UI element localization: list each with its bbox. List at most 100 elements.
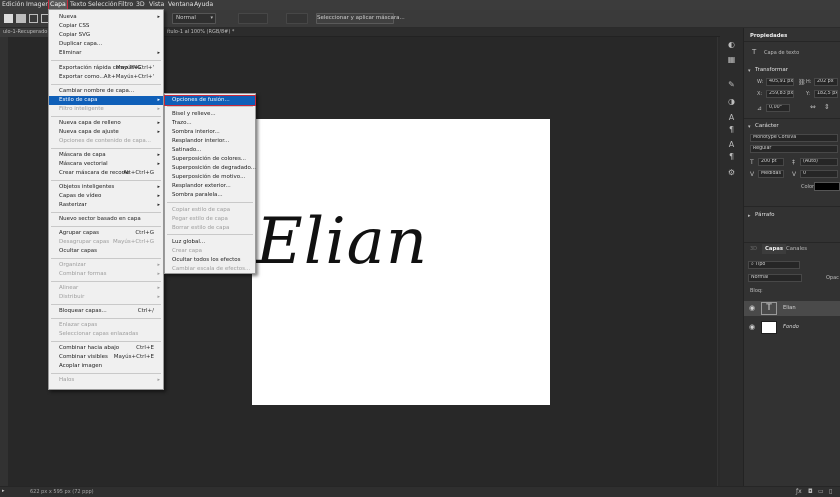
chevron-right-icon[interactable]: ▸ [748, 213, 751, 219]
text-layer-thumbnail-icon: T [761, 302, 777, 315]
capa-menu-item[interactable]: Combinar hacia abajo Ctrl+E [49, 344, 163, 353]
layer-filter-select[interactable]: ⌕ Tipo [748, 261, 800, 269]
y-field[interactable]: 182,5 px [814, 90, 838, 98]
capa-menu-item[interactable]: Nuevo sector basado en capa [49, 215, 163, 224]
document-canvas[interactable]: Elian [252, 119, 550, 405]
layer-style-menu-item[interactable]: Superposición de colores... [165, 155, 255, 164]
character-icon[interactable]: A [726, 113, 737, 122]
capa-menu-item[interactable]: Acoplar imagen [49, 362, 163, 371]
folder-icon[interactable]: ▭ [818, 488, 824, 495]
capa-menu-item[interactable]: Cambiar nombre de capa... [49, 87, 163, 96]
font-family-select[interactable]: Monotype Corsiva [750, 134, 838, 142]
submenu-arrow-icon: ▸ [157, 97, 160, 103]
new-selection-icon[interactable] [4, 14, 13, 23]
menu-ayuda[interactable]: Ayuda [194, 0, 213, 10]
layer-style-menu-item[interactable]: Superposición de motivo... [165, 173, 255, 182]
tracking-field[interactable]: 0 [800, 170, 838, 178]
layer-style-menu-item[interactable]: Luz global... [165, 238, 255, 247]
angle-field[interactable]: 0,00° [766, 104, 790, 112]
capa-menu-item[interactable]: Agrupar capas Ctrl+G [49, 229, 163, 238]
capa-menu-item[interactable]: Exportación rápida como PNG Mayús+Ctrl+' [49, 64, 163, 73]
blend-mode-select[interactable]: Normal [748, 274, 802, 282]
capa-menu-item[interactable]: Exportar como... Alt+Mayús+Ctrl+' [49, 73, 163, 82]
layer-style-menu-item[interactable]: Sombra paralela... [165, 191, 255, 200]
tab-properties[interactable]: Propiedades [750, 31, 787, 41]
chevron-down-icon[interactable]: ▾ [748, 68, 751, 74]
tab-document-1[interactable]: ulo-1-Recuperado- [0, 28, 50, 37]
brush-settings-icon[interactable]: ✎ [726, 80, 737, 89]
mask-icon[interactable]: ◘ [808, 488, 813, 495]
capa-menu-item[interactable]: Máscara de capa ▸ [49, 151, 163, 160]
menu-item-label: Eliminar [59, 50, 82, 56]
menu-separator [51, 304, 161, 305]
eye-icon[interactable]: ◉ [749, 323, 755, 331]
fx-icon[interactable]: ƒx [796, 488, 802, 495]
layer-style-menu-item[interactable]: Superposición de degradado... [165, 164, 256, 173]
layer-style-menu-item[interactable]: Sombra interior... [165, 128, 255, 137]
add-selection-icon[interactable] [16, 14, 26, 23]
tab-channels[interactable]: Canales [786, 244, 807, 254]
w-field[interactable]: 405,91 px [766, 78, 794, 86]
layer-style-menu-item[interactable]: Satinado... [165, 146, 255, 155]
height-field[interactable] [286, 13, 308, 24]
layer-style-menu-item[interactable]: Resplandor exterior... [165, 182, 255, 191]
layer-style-menu-item[interactable]: Ocultar todos los efectos [165, 256, 255, 265]
capa-menu-item[interactable]: Eliminar ▸ [49, 49, 163, 58]
capa-menu-item[interactable]: Copiar SVG [49, 31, 163, 40]
paragraph-icon[interactable]: ¶ [726, 125, 737, 134]
capa-menu-item[interactable]: Bloquear capas... Ctrl+/ [49, 307, 163, 316]
capa-menu-item[interactable]: Objetos inteligentes ▸ [49, 183, 163, 192]
font-style-select[interactable]: Regular [750, 145, 838, 153]
swatches-icon[interactable]: ▦ [726, 55, 737, 64]
history-icon[interactable]: ◐ [726, 40, 737, 49]
paragraph-styles-icon[interactable]: ¶ [726, 152, 737, 161]
tab-document-2[interactable]: ítulo-1 al 100% (RGB/8#) * [164, 28, 237, 37]
layer-row-elian[interactable]: ◉ T Elian [744, 301, 840, 316]
flip-horizontal-icon[interactable]: ⇔ [810, 103, 816, 111]
layer-style-menu-item[interactable]: Opciones de fusión... [164, 95, 256, 106]
capa-menu-item[interactable]: Nueva ▸ [49, 13, 163, 22]
capa-menu-item[interactable]: Copiar CSS [49, 22, 163, 31]
glyphs-icon[interactable]: A [726, 140, 737, 149]
capa-menu-item[interactable]: Nueva capa de ajuste ▸ [49, 128, 163, 137]
color-swatch[interactable] [814, 182, 840, 191]
menu-edicion[interactable]: Edición [2, 0, 24, 10]
zoom-indicator-icon[interactable]: ▸ [2, 488, 5, 494]
capa-menu-item[interactable]: Máscara vectorial ▸ [49, 160, 163, 169]
capa-menu-item[interactable]: Capas de vídeo ▸ [49, 192, 163, 201]
properties-icon[interactable]: ⚙ [726, 168, 737, 177]
tab-layers[interactable]: Capas [762, 244, 786, 254]
width-field[interactable] [238, 13, 268, 24]
capa-menu-item[interactable]: Ocultar capas [49, 247, 163, 256]
capa-menu-item[interactable]: Crear máscara de recorte Alt+Ctrl+G [49, 169, 163, 178]
eye-icon[interactable]: ◉ [749, 304, 755, 312]
kerning-field[interactable]: Medidas [758, 170, 784, 178]
layer-row-fondo[interactable]: ◉ Fondo [744, 320, 840, 335]
menu-ventana[interactable]: Ventana [168, 0, 193, 10]
menu-imagen[interactable]: Imagen [26, 0, 49, 10]
link-icon[interactable]: ⛓ [798, 79, 806, 86]
menu-item-label: Satinado... [172, 147, 202, 153]
h-field[interactable]: 202 px [814, 78, 838, 86]
capa-menu-item[interactable]: Nueva capa de relleno ▸ [49, 119, 163, 128]
layer-style-menu-item[interactable]: Resplandor interior... [165, 137, 255, 146]
chevron-down-icon[interactable]: ▾ [748, 124, 751, 130]
layer-style-menu-item[interactable]: Bisel y relieve... [165, 110, 255, 119]
capa-menu-item[interactable]: Rasterizar ▸ [49, 201, 163, 210]
capa-menu-item[interactable]: Combinar visibles Mayús+Ctrl+E [49, 353, 163, 362]
x-field[interactable]: 259,83 px [766, 90, 794, 98]
document-size-label: 622 px x 595 px (72 ppp) [30, 489, 94, 495]
mode-select[interactable]: Normal ▾ [172, 13, 216, 24]
trash-icon[interactable]: ▯ [829, 488, 832, 495]
font-size-field[interactable]: 200 pt [758, 158, 784, 166]
capa-menu-item[interactable]: Duplicar capa... [49, 40, 163, 49]
leading-field[interactable]: (Auto) [800, 158, 838, 166]
canvas-text-elian[interactable]: Elian [256, 205, 428, 279]
flip-vertical-icon[interactable]: ⇕ [824, 103, 830, 111]
tab-3d[interactable]: 3D [750, 244, 757, 254]
select-and-mask-button[interactable]: Seleccionar y aplicar máscara... [316, 13, 405, 24]
capa-menu-item[interactable]: Estilo de capa ▸ [49, 96, 163, 105]
subtract-selection-icon[interactable] [29, 14, 38, 23]
adjustments-icon[interactable]: ◑ [726, 97, 737, 106]
layer-style-menu-item[interactable]: Trazo... [165, 119, 255, 128]
